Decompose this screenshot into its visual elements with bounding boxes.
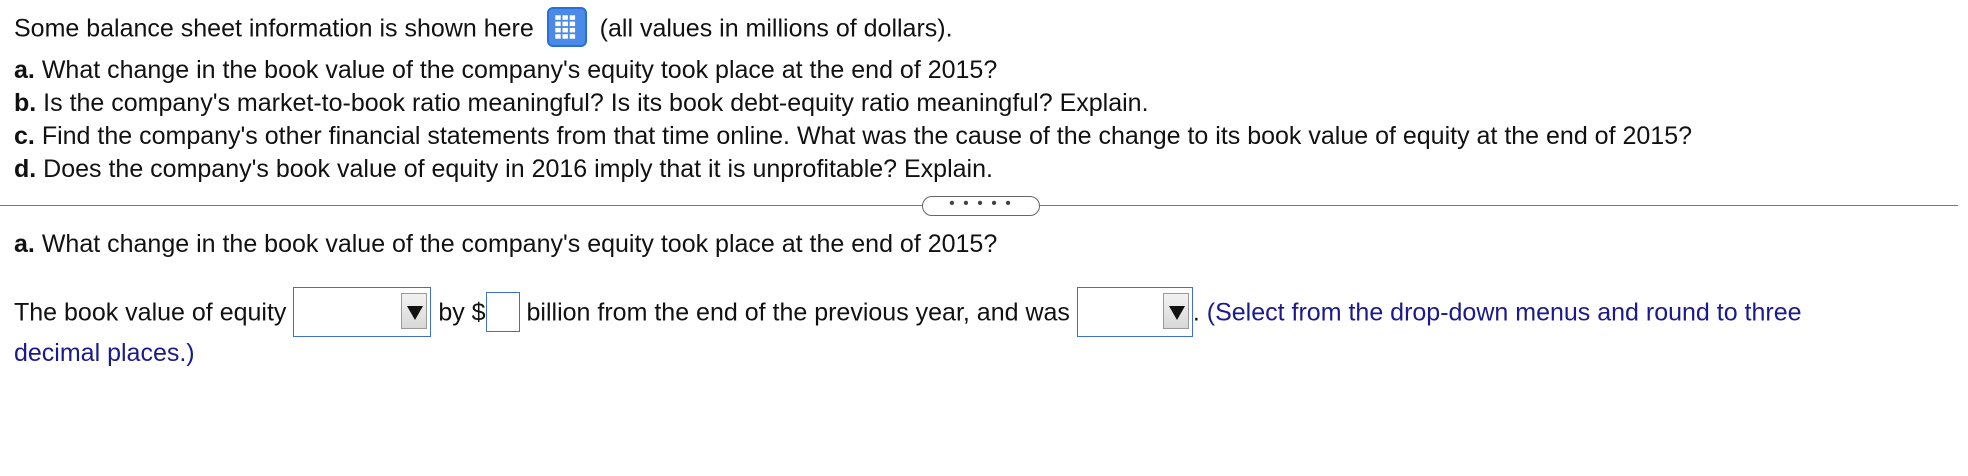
question-a: a. What change in the book value of the … [14, 54, 1692, 87]
question-label: d. [14, 155, 37, 183]
intro-units-text: (all values in millions of dollars). [599, 14, 953, 43]
answer-sentence: The book value of equity by $ billion fr… [14, 287, 1802, 339]
change-amount-input[interactable] [485, 292, 520, 332]
question-label: a. [14, 56, 35, 84]
instruction-hint-continued: decimal places.) [14, 339, 195, 367]
equity-sign-select[interactable] [1076, 287, 1193, 337]
part-a-text: What change in the book value of the com… [41, 230, 998, 258]
question-text: Is the company's market-to-book ratio me… [43, 89, 1149, 117]
question-d: d. Does the company's book value of equi… [14, 153, 1692, 186]
expand-toggle-button[interactable]: • • • • • [922, 196, 1040, 216]
table-grid-icon[interactable] [546, 7, 587, 47]
by-dollar-text: by $ [438, 298, 486, 327]
change-direction-select[interactable] [293, 287, 432, 337]
question-label: c. [14, 122, 35, 150]
question-text: What change in the book value of the com… [41, 56, 998, 84]
intro-line: Some balance sheet information is shown … [14, 7, 953, 50]
question-b: b. Is the company's market-to-book ratio… [14, 87, 1692, 120]
instruction-hint: (Select from the drop-down menus and rou… [1206, 298, 1802, 327]
dropdown-arrow-icon[interactable] [401, 293, 428, 329]
sentence-period: . [1192, 298, 1200, 327]
question-list: a. What change in the book value of the … [14, 54, 1692, 186]
question-c: c. Find the company's other financial st… [14, 120, 1692, 153]
answer-prefix-text: The book value of equity [14, 298, 287, 327]
intro-text: Some balance sheet information is shown … [14, 14, 534, 43]
question-text: Does the company's book value of equity … [43, 155, 993, 183]
answer-middle-text: billion from the end of the previous yea… [526, 298, 1070, 327]
dropdown-arrow-icon[interactable] [1162, 293, 1189, 329]
part-a-label: a. [14, 230, 35, 258]
question-label: b. [14, 89, 37, 117]
part-a-heading: a. What change in the book value of the … [14, 228, 997, 260]
question-text: Find the company's other financial state… [41, 122, 1692, 150]
